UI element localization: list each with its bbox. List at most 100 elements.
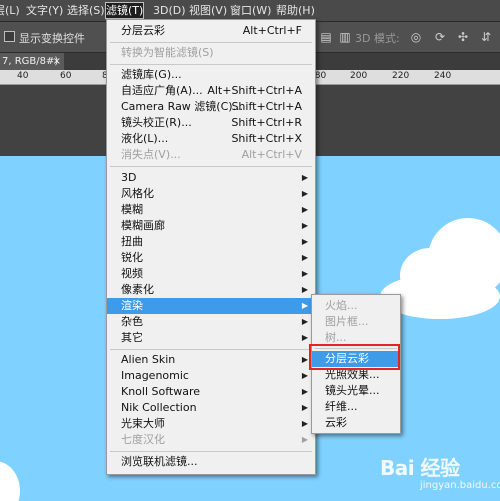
show-transform-checkbox[interactable] — [4, 31, 15, 42]
submenu-item-picture-frame[interactable]: 图片框... — [312, 314, 400, 330]
baidu-jingyan-watermark: Bai 经验 jingyan.baidu.com — [380, 452, 500, 498]
menu-3d[interactable]: 3D(D) — [153, 3, 186, 18]
menu-separator — [110, 166, 312, 167]
menu-item-label: Alien Skin — [121, 353, 176, 366]
submenu-item-clouds[interactable]: 云彩 — [312, 415, 400, 431]
menu-item-vanishing-point[interactable]: 消失点(V)... Alt+Ctrl+V — [107, 147, 315, 163]
menu-item-blur[interactable]: 模糊 ▶ — [107, 202, 315, 218]
menu-item-label: Knoll Software — [121, 385, 201, 398]
ruler-tick: 40 — [17, 71, 29, 81]
submenu-item-lens-flare[interactable]: 镜头光晕... — [312, 383, 400, 399]
menu-item-other[interactable]: 其它 ▶ — [107, 330, 315, 346]
distribute-icon[interactable]: ▥ — [337, 29, 353, 45]
cloud-shape — [0, 461, 20, 501]
show-transform-label: 显示变换控件 — [19, 32, 85, 45]
menu-item-imagenomic[interactable]: Imagenomic ▶ — [107, 368, 315, 384]
ruler-tick: 200 — [350, 71, 368, 81]
menu-separator — [110, 349, 312, 350]
menu-item-shortcut: Shift+Ctrl+A — [231, 100, 302, 113]
menu-item-noise[interactable]: 杂色 ▶ — [107, 314, 315, 330]
menu-item-label: 扭曲 — [121, 235, 143, 248]
menu-item-label: 模糊 — [121, 203, 143, 216]
menu-item-label: 消失点(V)... — [121, 148, 181, 161]
menu-item-convert-smart-filter[interactable]: 转换为智能滤镜(S) — [107, 45, 315, 61]
submenu-arrow-icon: ▶ — [301, 317, 308, 326]
menu-item-shortcut: Shift+Ctrl+R — [231, 116, 302, 129]
menu-item-label: Imagenomic — [121, 369, 189, 382]
menu-separator — [110, 64, 312, 65]
document-tab[interactable]: 7, RGB/8#) * × — [0, 53, 64, 84]
menu-item-label: 分层云彩 — [121, 24, 165, 37]
menu-item-label: Camera Raw 滤镜(C)... — [121, 100, 244, 113]
submenu-arrow-icon: ▶ — [301, 419, 308, 428]
menu-item-label: 镜头校正(R)... — [121, 116, 192, 129]
align-icon[interactable]: ▤ — [318, 29, 334, 45]
menu-item-3d[interactable]: 3D ▶ — [107, 170, 315, 186]
watermark-url: jingyan.baidu.com — [420, 480, 500, 491]
menu-item-label: 风格化 — [121, 187, 154, 200]
menu-item-shortcut: Alt+Ctrl+V — [241, 148, 302, 161]
menu-item-label: 锐化 — [121, 251, 143, 264]
menu-window[interactable]: 窗口(W) — [230, 3, 271, 18]
menu-item-label: 液化(L)... — [121, 132, 169, 145]
submenu-item-flame[interactable]: 火焰... — [312, 298, 400, 314]
tab-close-icon[interactable]: × — [53, 53, 61, 70]
menu-help[interactable]: 帮助(H) — [276, 3, 315, 18]
submenu-item-fibers[interactable]: 纤维... — [312, 399, 400, 415]
menu-item-blur-gallery[interactable]: 模糊画廊 ▶ — [107, 218, 315, 234]
menu-item-distort[interactable]: 扭曲 ▶ — [107, 234, 315, 250]
submenu-arrow-icon: ▶ — [301, 403, 308, 412]
submenu-arrow-icon: ▶ — [301, 253, 308, 262]
ruler-tick: 220 — [392, 71, 410, 81]
menu-item-liquify[interactable]: 液化(L)... Shift+Ctrl+X — [107, 131, 315, 147]
menu-layer[interactable]: 层(L) — [0, 3, 20, 18]
submenu-arrow-icon: ▶ — [301, 205, 308, 214]
roll-3d-icon[interactable]: ⟳ — [432, 29, 448, 45]
menu-item-camera-raw[interactable]: Camera Raw 滤镜(C)... Shift+Ctrl+A — [107, 99, 315, 115]
mode-3d-label: 3D 模式: — [355, 32, 400, 45]
submenu-arrow-icon: ▶ — [301, 173, 308, 182]
slide-3d-icon[interactable]: ⇵ — [478, 29, 494, 45]
menu-separator — [110, 451, 312, 452]
rotate-3d-icon[interactable]: ◎ — [408, 29, 424, 45]
submenu-arrow-icon: ▶ — [301, 333, 308, 342]
menu-item-render[interactable]: 渲染 ▶ — [107, 298, 315, 314]
menu-item-sharpen[interactable]: 锐化 ▶ — [107, 250, 315, 266]
menu-item-filter-gallery[interactable]: 滤镜库(G)... — [107, 67, 315, 83]
ruler-tick: 60 — [60, 71, 72, 81]
menu-item-light-master[interactable]: 光束大师 ▶ — [107, 416, 315, 432]
submenu-item-label: 镜头光晕... — [325, 384, 380, 397]
submenu-arrow-icon: ▶ — [301, 387, 308, 396]
drag-3d-icon[interactable]: ✣ — [455, 29, 471, 45]
submenu-arrow-icon: ▶ — [301, 189, 308, 198]
menu-filter[interactable]: 滤镜(T) — [104, 2, 145, 19]
menu-item-stylize[interactable]: 风格化 ▶ — [107, 186, 315, 202]
menu-item-knoll-software[interactable]: Knoll Software ▶ — [107, 384, 315, 400]
menu-item-label: 光束大师 — [121, 417, 165, 430]
menu-item-pixelate[interactable]: 像素化 ▶ — [107, 282, 315, 298]
menu-item-lens-correction[interactable]: 镜头校正(R)... Shift+Ctrl+R — [107, 115, 315, 131]
ruler-tick: 240 — [434, 71, 452, 81]
menu-item-label: 像素化 — [121, 283, 154, 296]
menu-item-label: 模糊画廊 — [121, 219, 165, 232]
menu-item-label: 杂色 — [121, 315, 143, 328]
menu-item-shortcut: Alt+Shift+Ctrl+A — [207, 84, 302, 97]
menu-item-label: 浏览联机滤镜... — [121, 455, 198, 468]
menu-item-browse-online-filters[interactable]: 浏览联机滤镜... — [107, 454, 315, 470]
menu-item-last-filter[interactable]: 分层云彩 Alt+Ctrl+F — [107, 23, 315, 39]
menu-item-label: 自适应广角(A)... — [121, 84, 203, 97]
menu-item-video[interactable]: 视频 ▶ — [107, 266, 315, 282]
menu-item-alien-skin[interactable]: Alien Skin ▶ — [107, 352, 315, 368]
menu-item-shortcut: Shift+Ctrl+X — [231, 132, 302, 145]
menu-select[interactable]: 选择(S) — [67, 3, 105, 18]
menu-separator — [110, 42, 312, 43]
menu-view[interactable]: 视图(V) — [189, 3, 227, 18]
menu-item-adaptive-wide-angle[interactable]: 自适应广角(A)... Alt+Shift+Ctrl+A — [107, 83, 315, 99]
filter-menu: 分层云彩 Alt+Ctrl+F 转换为智能滤镜(S) 滤镜库(G)... 自适应… — [106, 19, 316, 475]
menu-item-label: 视频 — [121, 267, 143, 280]
menu-type[interactable]: 文字(Y) — [26, 3, 63, 18]
callout-highlight-box — [309, 344, 400, 370]
menu-item-label: 转换为智能滤镜(S) — [121, 46, 214, 59]
menu-item-qidu-localization[interactable]: 七度汉化 ▶ — [107, 432, 315, 448]
menu-item-nik-collection[interactable]: Nik Collection ▶ — [107, 400, 315, 416]
